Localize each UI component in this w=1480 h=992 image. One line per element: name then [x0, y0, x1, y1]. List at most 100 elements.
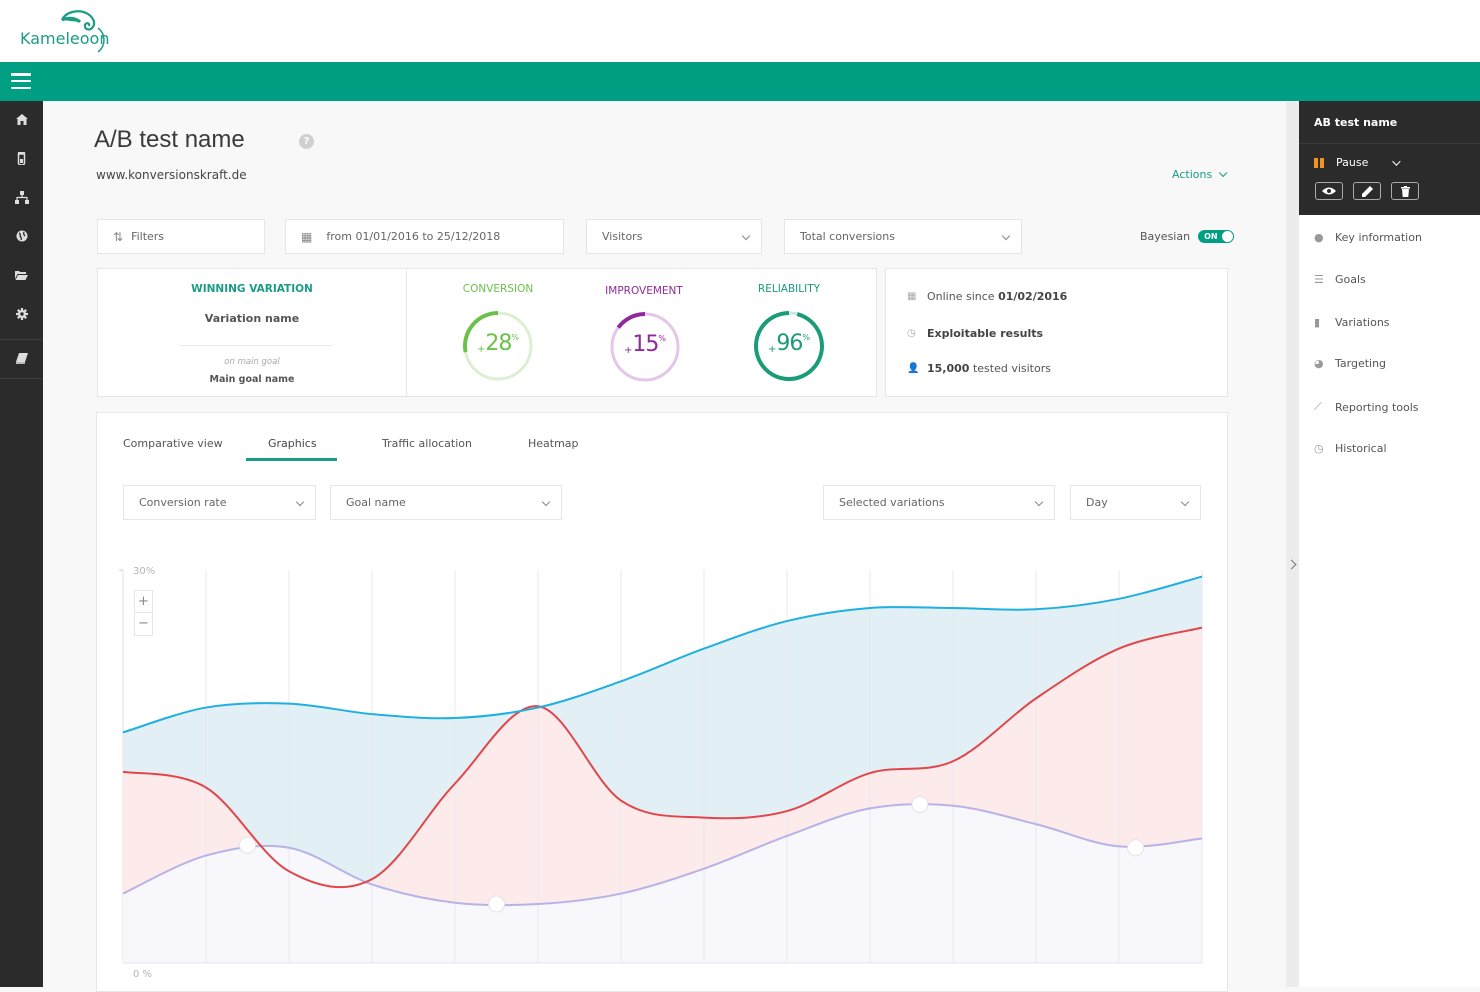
logo-text: Kameleoon — [20, 29, 110, 48]
status-dropdown[interactable]: Pause — [1314, 156, 1402, 169]
main-content: A/B test name ? www.konversionskraft.de … — [43, 101, 1286, 992]
main-nav-bar — [0, 62, 1480, 101]
rp-item-variations[interactable]: ▮ Variations — [1314, 316, 1390, 329]
site-url: www.konversionskraft.de — [96, 168, 247, 182]
variations-select-value: Selected variations — [839, 496, 945, 509]
chevron-right-icon[interactable] — [1286, 559, 1297, 570]
area-variation-a — [123, 576, 1202, 963]
conversion-value: +28% — [477, 331, 519, 356]
folder-icon[interactable] — [0, 257, 43, 293]
panel-collapse-bar[interactable] — [1286, 101, 1299, 987]
flask-icon[interactable] — [0, 140, 43, 176]
rp-item-label: Reporting tools — [1335, 400, 1419, 414]
clock-icon: ◷ — [907, 328, 916, 339]
goal-select[interactable]: Goal name — [330, 485, 562, 520]
chevron-down-icon — [541, 497, 551, 507]
home-icon[interactable] — [0, 101, 43, 137]
chevron-down-icon — [1392, 156, 1402, 166]
active-tab-indicator — [246, 458, 337, 461]
gear-icon[interactable] — [0, 296, 43, 332]
eye-icon — [1322, 187, 1336, 195]
visitors-count: 15,000 — [927, 362, 970, 375]
tab-comparative-view[interactable]: Comparative view — [123, 437, 223, 450]
sitemap-icon[interactable] — [0, 179, 43, 215]
rp-item-label: Variations — [1335, 316, 1390, 329]
rp-item-targeting[interactable]: ◕ Targeting — [1314, 357, 1386, 370]
chevron-down-icon — [1034, 497, 1044, 507]
reliability-gauge: +96% — [752, 309, 826, 383]
improvement-value: +15% — [624, 332, 666, 357]
exploitable-row: ◷ Exploitable results — [907, 327, 1043, 340]
bar-chart-icon: ▮ — [1314, 316, 1321, 329]
preview-button[interactable] — [1315, 182, 1343, 200]
gauge-arc — [616, 312, 646, 329]
chevron-down-icon — [741, 231, 751, 241]
calendar-icon: ▦ — [301, 229, 313, 244]
rp-item-label: Targeting — [1335, 357, 1387, 370]
zoom-out-button[interactable]: − — [135, 613, 152, 635]
date-range-value: from 01/01/2016 to 25/12/2018 — [326, 230, 501, 243]
rp-item-reporting-tools[interactable]: ⟋ Reporting tools — [1314, 400, 1419, 414]
rp-item-label: Historical — [1335, 442, 1387, 455]
list-icon: ☰ — [1314, 273, 1324, 286]
metric-title-improvement: IMPROVEMENT — [605, 285, 683, 297]
globe-icon[interactable] — [0, 218, 43, 254]
main-goal-name: Main goal name — [209, 374, 295, 385]
variations-select[interactable]: Selected variations — [823, 485, 1055, 520]
metric-title-reliability: RELIABILITY — [757, 283, 821, 295]
data-point-marker — [911, 795, 929, 813]
zoom-in-button[interactable]: + — [135, 591, 152, 613]
online-since-date: 01/02/2016 — [998, 290, 1068, 303]
help-icon[interactable]: ? — [299, 134, 314, 149]
reliability-value: +96% — [768, 331, 810, 356]
plot-area — [123, 570, 1202, 963]
tab-heatmap[interactable]: Heatmap — [528, 437, 579, 450]
improvement-gauge: +15% — [608, 310, 682, 384]
area-variation-b — [123, 627, 1202, 963]
clock-icon: ◷ — [1314, 442, 1324, 455]
metric-select[interactable]: Conversion rate — [123, 485, 316, 520]
area-reference — [123, 804, 1202, 963]
online-since-row: ▦ Online since 01/02/2016 — [907, 290, 1067, 303]
tab-traffic-allocation[interactable]: Traffic allocation — [382, 437, 472, 450]
conversions-value: Total conversions — [800, 230, 895, 243]
tab-graphics[interactable]: Graphics — [268, 437, 317, 450]
edit-button[interactable] — [1353, 182, 1381, 200]
right-panel: AB test name Pause ● Key information ☰ Goa… — [1299, 101, 1480, 987]
granularity-select[interactable]: Day — [1070, 485, 1201, 520]
bayesian-label: Bayesian — [1140, 230, 1191, 243]
actions-dropdown[interactable]: Actions — [1172, 168, 1228, 181]
bayesian-toggle[interactable]: ON — [1198, 230, 1235, 243]
line-variation-b — [122, 626, 1203, 889]
status-label: Pause — [1336, 156, 1369, 169]
divider — [1299, 143, 1480, 144]
date-range-picker[interactable]: ▦ from 01/01/2016 to 25/12/2018 — [285, 219, 564, 254]
exploitable-label: Exploitable results — [927, 327, 1044, 340]
hamburger-menu-icon[interactable] — [11, 73, 31, 90]
test-info-card: ▦ Online since 01/02/2016 ◷ Exploitable … — [885, 268, 1228, 397]
chevron-down-icon — [1180, 497, 1190, 507]
delete-button[interactable] — [1391, 182, 1419, 200]
toggle-knob — [1222, 231, 1234, 242]
granularity-select-value: Day — [1086, 496, 1108, 509]
rp-item-goals[interactable]: ☰ Goals — [1314, 273, 1366, 286]
visitors-suffix: tested visitors — [969, 362, 1051, 375]
calendar-icon: ▦ — [907, 291, 917, 302]
right-panel-title: AB test name — [1314, 116, 1398, 129]
tested-visitors-row: 👤 15,000 tested visitors — [907, 362, 1051, 375]
winning-variation-title: WINNING VARIATION — [191, 283, 313, 295]
filters-button[interactable]: ⇅ Filters — [97, 219, 265, 254]
kameleoon-logo[interactable]: Kameleoon — [18, 8, 113, 56]
chart-zoom-controls: + − — [134, 590, 153, 636]
book-icon[interactable] — [0, 340, 43, 376]
on-goal-caption: on main goal — [224, 357, 280, 367]
right-panel-header: AB test name Pause — [1299, 101, 1480, 215]
rp-item-key-information[interactable]: ● Key information — [1314, 231, 1422, 244]
results-summary-card: WINNING VARIATION Variation name on main… — [97, 268, 877, 397]
rp-item-historical[interactable]: ◷ Historical — [1314, 442, 1387, 455]
winning-variation-name: Variation name — [204, 312, 300, 325]
y-tick-label-min: 0 % — [133, 969, 152, 980]
conversions-select[interactable]: Total conversions — [784, 219, 1022, 254]
visitors-select[interactable]: Visitors — [586, 219, 762, 254]
left-sidebar — [0, 101, 43, 987]
